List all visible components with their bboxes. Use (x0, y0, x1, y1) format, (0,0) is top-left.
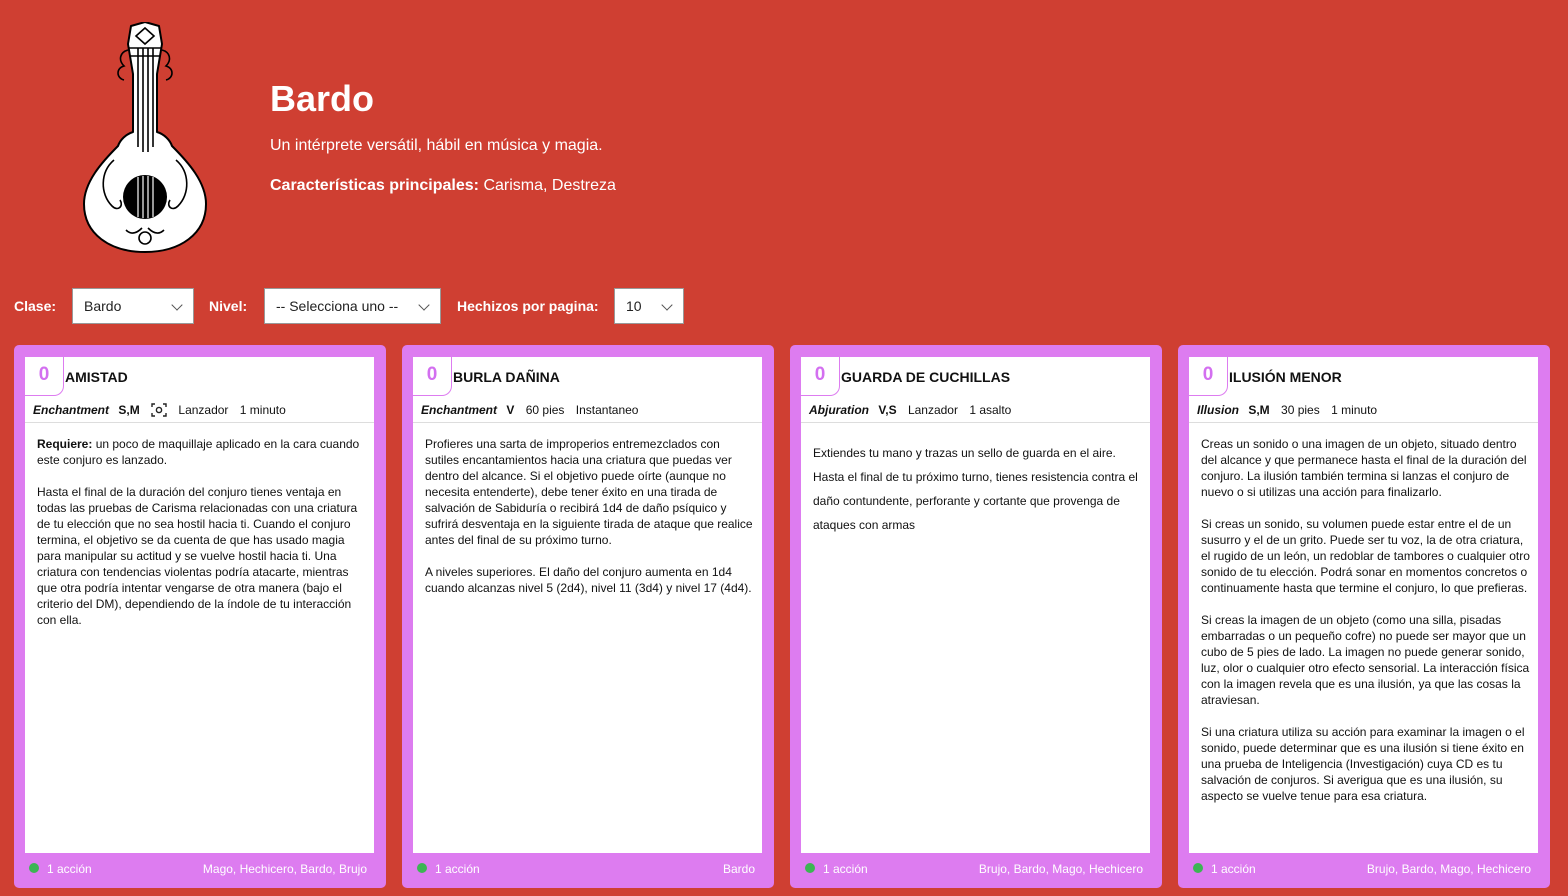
spell-paragraph: Si creas la imagen de un objeto (como un… (1201, 613, 1530, 707)
level-select[interactable]: -- Selecciona uno -- (264, 288, 441, 324)
self-target-icon (151, 403, 167, 417)
casting-time: 1 acción (1211, 862, 1256, 876)
spell-school: Enchantment (33, 403, 110, 417)
class-header: Bardo Un intérprete versátil, hábil en m… (0, 0, 1568, 270)
casting-time-icon (29, 863, 39, 873)
spell-name: GUARDA DE CUCHILLAS (841, 369, 1011, 385)
spell-card-content: 0 ILUSIÓN MENOR Illusion S,M 30 pies 1 m… (1189, 357, 1538, 853)
requirement-label: Requiere: (37, 437, 93, 451)
level-filter-label: Nivel: (209, 298, 248, 314)
class-description: Un intérprete versátil, hábil en música … (270, 137, 603, 154)
spell-description: Profieres una sarta de improperios entre… (425, 436, 755, 612)
spell-footer: 1 acción Mago, Hechicero, Bardo, Brujo (27, 861, 367, 877)
spell-card-content: 0 GUARDA DE CUCHILLAS Abjuration V,S Lan… (801, 357, 1150, 853)
spell-paragraph: Extiendes tu mano y trazas un sello de g… (813, 446, 1116, 460)
casting-time: 1 acción (823, 862, 868, 876)
spell-name: AMISTAD (65, 369, 128, 385)
spell-card-content: 0 AMISTAD Enchantment S,M Lanzador 1 min… (25, 357, 374, 853)
main-characteristics-label: Características principales: (270, 177, 479, 194)
spell-paragraph: Si creas un sonido, su volumen puede est… (1201, 517, 1530, 595)
spell-level-badge: 0 (1189, 357, 1228, 396)
casting-time-icon (417, 863, 427, 873)
spell-range: 60 pies (525, 403, 565, 417)
spell-meta: Enchantment V 60 pies Instantaneo (421, 403, 646, 417)
perpage-select-value: 10 (626, 298, 642, 314)
spell-card-burla-danina[interactable]: 0 BURLA DAÑINA Enchantment V 60 pies Ins… (402, 345, 774, 888)
divider (801, 422, 1150, 423)
chevron-down-icon (418, 299, 430, 311)
spell-level-badge: 0 (801, 357, 840, 396)
spell-range: Lanzador (178, 403, 229, 417)
spell-requirement: Requiere: un poco de maquillaje aplicado… (37, 436, 367, 468)
spell-components: V,S (878, 403, 897, 417)
casting-time-icon (805, 863, 815, 873)
perpage-select[interactable]: 10 (614, 288, 684, 324)
perpage-filter-label: Hechizos por pagina: (457, 298, 599, 314)
spell-duration: 1 minuto (1331, 403, 1378, 417)
spell-name: ILUSIÓN MENOR (1229, 369, 1342, 385)
spell-school: Abjuration (809, 403, 869, 417)
spell-card-ilusion-menor[interactable]: 0 ILUSIÓN MENOR Illusion S,M 30 pies 1 m… (1178, 345, 1550, 888)
spell-components: V (506, 403, 515, 417)
spell-school: Illusion (1197, 403, 1239, 417)
spell-paragraph: Creas un sonido o una imagen de un objet… (1201, 437, 1527, 499)
spell-footer: 1 acción Brujo, Bardo, Mago, Hechicero (1191, 861, 1531, 877)
spell-range: 30 pies (1281, 403, 1320, 417)
divider (1189, 422, 1538, 423)
spell-card-guarda-de-cuchillas[interactable]: 0 GUARDA DE CUCHILLAS Abjuration V,S Lan… (790, 345, 1162, 888)
spell-meta: Enchantment S,M Lanzador 1 minuto (33, 403, 294, 417)
spell-paragraph: Hasta el final de tu próximo turno, tien… (813, 470, 1138, 532)
spell-footer: 1 acción Bardo (415, 861, 755, 877)
main-characteristics-value: Carisma, Destreza (483, 177, 616, 194)
class-select-value: Bardo (84, 298, 122, 314)
spell-card-content: 0 BURLA DAÑINA Enchantment V 60 pies Ins… (413, 357, 762, 853)
spell-range: Lanzador (907, 403, 958, 417)
filter-bar: Clase: Bardo Nivel: -- Selecciona uno --… (0, 288, 1568, 324)
spell-level-badge: 0 (25, 357, 64, 396)
spell-description: Extiendes tu mano y trazas un sello de g… (813, 441, 1143, 537)
class-select[interactable]: Bardo (72, 288, 194, 324)
spell-card-amistad[interactable]: 0 AMISTAD Enchantment S,M Lanzador 1 min… (14, 345, 386, 888)
class-filter-label: Clase: (14, 298, 57, 314)
page-title: Bardo (270, 78, 375, 119)
spell-components: S,M (1248, 403, 1270, 417)
spell-paragraph: A niveles superiores. El daño del conjur… (425, 565, 752, 595)
lute-icon (83, 22, 207, 253)
spell-name: BURLA DAÑINA (453, 369, 560, 385)
casting-time: 1 acción (47, 862, 92, 876)
spell-duration: 1 minuto (239, 403, 286, 417)
main-characteristics: Características principales: Carisma, De… (270, 177, 616, 195)
spell-classes: Brujo, Bardo, Mago, Hechicero (978, 862, 1143, 876)
divider (413, 422, 762, 423)
spell-components: S,M (118, 403, 140, 417)
chevron-down-icon (171, 299, 183, 311)
spell-paragraph: Profieres una sarta de improperios entre… (425, 437, 753, 547)
spell-meta: Illusion S,M 30 pies 1 minuto (1197, 403, 1385, 417)
spell-classes: Brujo, Bardo, Mago, Hechicero (1366, 862, 1531, 876)
casting-time: 1 acción (435, 862, 480, 876)
spell-paragraph: Hasta el final de la duración del conjur… (37, 485, 358, 627)
spell-classes: Mago, Hechicero, Bardo, Brujo (202, 862, 367, 876)
spell-school: Enchantment (421, 403, 498, 417)
level-select-value: -- Selecciona uno -- (276, 298, 399, 314)
chevron-down-icon (661, 299, 673, 311)
spell-paragraph: Si una criatura utiliza su acción para e… (1201, 725, 1525, 803)
casting-time-icon (1193, 863, 1203, 873)
spell-duration: 1 asalto (969, 403, 1012, 417)
spell-classes: Bardo (722, 862, 755, 876)
spell-duration: Instantaneo (575, 403, 639, 417)
spell-level-badge: 0 (413, 357, 452, 396)
spell-meta: Abjuration V,S Lanzador 1 asalto (809, 403, 1019, 417)
spell-footer: 1 acción Brujo, Bardo, Mago, Hechicero (803, 861, 1143, 877)
spell-description: Requiere: un poco de maquillaje aplicado… (37, 436, 367, 644)
spell-description: Creas un sonido o una imagen de un objet… (1201, 436, 1531, 820)
divider (25, 422, 374, 423)
